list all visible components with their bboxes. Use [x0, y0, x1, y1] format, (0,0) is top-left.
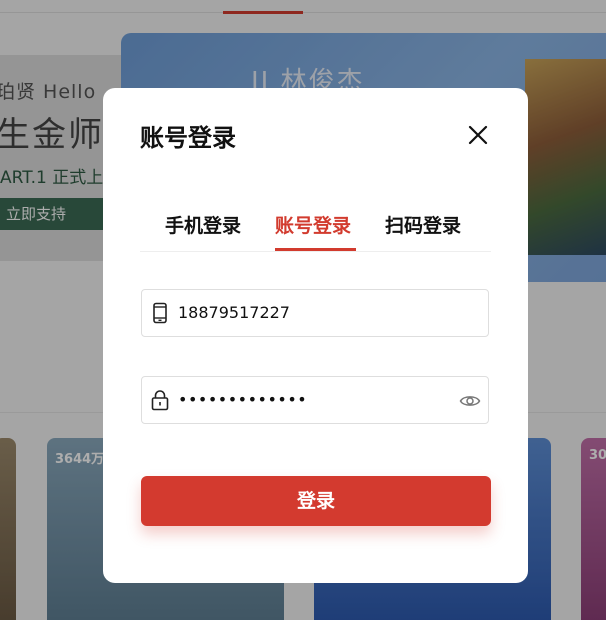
phone-icon: [153, 302, 167, 324]
password-input[interactable]: •••••••••••••: [178, 377, 307, 423]
lock-icon: [151, 390, 169, 411]
login-button[interactable]: 登录: [141, 476, 491, 526]
phone-field[interactable]: 18879517227: [141, 289, 489, 337]
tab-phone-login[interactable]: 手机登录: [165, 211, 241, 238]
modal-title: 账号登录: [140, 124, 236, 152]
login-tabs: 手机登录 账号登录 扫码登录: [140, 211, 491, 252]
close-icon: [468, 125, 488, 145]
login-modal: 账号登录 手机登录 账号登录 扫码登录 18879517227 ••••••••…: [103, 88, 528, 583]
password-field[interactable]: •••••••••••••: [141, 376, 489, 424]
tab-account-login[interactable]: 账号登录: [275, 211, 351, 238]
eye-icon[interactable]: [459, 390, 481, 412]
tab-qr-login[interactable]: 扫码登录: [385, 211, 461, 238]
close-button[interactable]: [466, 123, 490, 147]
phone-input[interactable]: 18879517227: [178, 290, 290, 336]
active-tab-indicator: [275, 248, 356, 251]
